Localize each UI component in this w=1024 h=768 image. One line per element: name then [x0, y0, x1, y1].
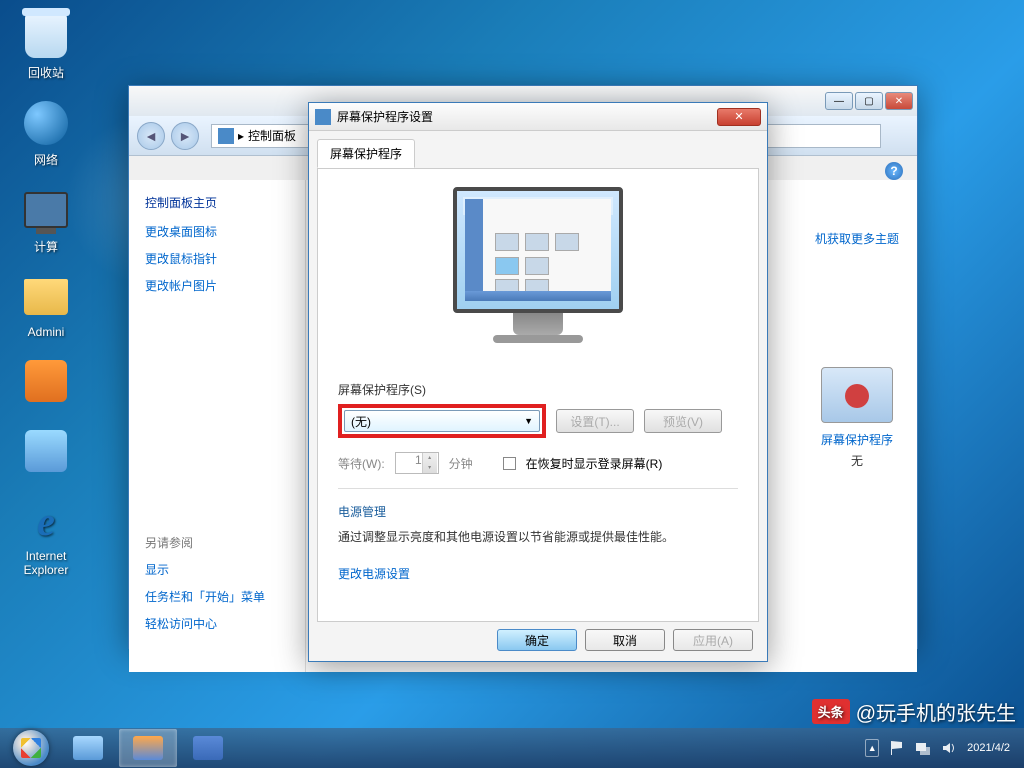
- resume-checkbox-label[interactable]: 在恢复时显示登录屏幕(R): [526, 455, 663, 472]
- tray-overflow-button[interactable]: ▲: [865, 739, 879, 757]
- more-themes-link[interactable]: 机获取更多主题: [797, 230, 917, 247]
- power-section-title: 电源管理: [338, 503, 738, 520]
- minimize-button[interactable]: —: [825, 92, 853, 110]
- screensaver-value: 无: [797, 452, 917, 469]
- sidebar-link-taskbar[interactable]: 任务栏和「开始」菜单: [145, 588, 289, 605]
- wait-spinner[interactable]: 1: [395, 452, 439, 474]
- tab-content: 屏幕保护程序(S) (无) ▼ 设置(T)... 预览(V) 等待(W): 1 …: [317, 168, 759, 622]
- preview-button[interactable]: 预览(V): [644, 409, 722, 433]
- recycle-bin-icon: [25, 14, 67, 58]
- screensaver-thumbnail[interactable]: [821, 367, 893, 423]
- icon-label: 网络: [12, 151, 80, 168]
- resume-checkbox[interactable]: [503, 457, 516, 470]
- watermark-overlay: 头条 @玩手机的张先生: [812, 697, 1016, 726]
- highlight-annotation: (无) ▼: [338, 404, 546, 438]
- monitor-icon: [24, 192, 68, 228]
- sidebar-link-account-picture[interactable]: 更改帐户图片: [145, 277, 289, 294]
- desktop-icons: 回收站 网络 计算 Admini e Internet Explorer: [0, 0, 92, 589]
- cancel-button[interactable]: 取消: [585, 629, 665, 651]
- icon-label: Internet Explorer: [12, 549, 80, 577]
- network-icon[interactable]: [915, 740, 931, 756]
- wait-unit: 分钟: [449, 455, 473, 472]
- back-button[interactable]: ◄: [137, 122, 165, 150]
- change-power-link[interactable]: 更改电源设置: [338, 565, 738, 582]
- taskbar-item-explorer[interactable]: [59, 729, 117, 767]
- clock-date: 2021/4/2: [967, 741, 1010, 755]
- sidebar: 控制面板主页 更改桌面图标 更改鼠标指针 更改帐户图片 另请参阅 显示 任务栏和…: [129, 180, 305, 672]
- taskbar-item-personalization[interactable]: [119, 729, 177, 767]
- sidebar-link-ease-of-access[interactable]: 轻松访问中心: [145, 615, 289, 632]
- folder-icon: [24, 279, 68, 315]
- taskbar-item-screensaver[interactable]: [179, 729, 237, 767]
- screensaver-link-label[interactable]: 屏幕保护程序: [797, 431, 917, 448]
- dialog-close-button[interactable]: ✕: [717, 108, 761, 126]
- forward-button[interactable]: ►: [171, 122, 199, 150]
- system-icon: [315, 109, 331, 125]
- maximize-button[interactable]: ▢: [855, 92, 883, 110]
- ok-button[interactable]: 确定: [497, 629, 577, 651]
- icon-label: 回收站: [12, 64, 80, 81]
- icon-label: Admini: [12, 325, 80, 339]
- sidebar-link-desktop-icons[interactable]: 更改桌面图标: [145, 223, 289, 240]
- help-icon[interactable]: ?: [885, 162, 903, 180]
- tab-screensaver[interactable]: 屏幕保护程序: [317, 139, 415, 168]
- close-button[interactable]: ✕: [885, 92, 913, 110]
- flag-icon[interactable]: [889, 740, 905, 756]
- sidebar-link-mouse-pointers[interactable]: 更改鼠标指针: [145, 250, 289, 267]
- desktop-icon-recycle-bin[interactable]: 回收站: [8, 8, 84, 85]
- control-panel-icon: [218, 128, 234, 144]
- volume-icon[interactable]: [941, 740, 957, 756]
- combo-value: (无): [351, 413, 371, 430]
- dialog-title: 屏幕保护程序设置: [337, 108, 717, 125]
- see-also-label: 另请参阅: [145, 534, 289, 551]
- wait-label: 等待(W):: [338, 455, 385, 472]
- icon-label: 计算: [12, 238, 80, 255]
- desktop-icon-blank2[interactable]: [8, 423, 84, 483]
- tab-strip: 屏幕保护程序: [317, 139, 759, 169]
- screensaver-settings-dialog: 屏幕保护程序设置 ✕ 屏幕保护程序: [308, 102, 768, 662]
- desktop-icon-network[interactable]: 网络: [8, 95, 84, 172]
- desktop-icon-computer[interactable]: 计算: [8, 182, 84, 259]
- preview-monitor: [438, 187, 638, 357]
- app-icon: [25, 360, 67, 402]
- desktop-icon-admin[interactable]: Admini: [8, 269, 84, 343]
- taskbar-clock[interactable]: 2021/4/2: [967, 741, 1010, 755]
- system-tray: ▲ 2021/4/2: [865, 739, 1020, 757]
- windows-logo-icon: [13, 730, 49, 766]
- desktop-icon-blank1[interactable]: [8, 353, 84, 413]
- screensaver-group-label: 屏幕保护程序(S): [338, 381, 738, 398]
- start-button[interactable]: [4, 728, 58, 768]
- apply-button[interactable]: 应用(A): [673, 629, 753, 651]
- globe-icon: [24, 101, 68, 145]
- ie-icon: e: [37, 498, 55, 545]
- watermark-text: @玩手机的张先生: [856, 697, 1016, 726]
- chevron-down-icon: ▼: [524, 416, 533, 426]
- sidebar-link-display[interactable]: 显示: [145, 561, 289, 578]
- sidebar-heading[interactable]: 控制面板主页: [145, 194, 289, 211]
- desktop-icon-ie[interactable]: e Internet Explorer: [8, 493, 84, 581]
- screensaver-combo[interactable]: (无) ▼: [344, 410, 540, 432]
- settings-button[interactable]: 设置(T)...: [556, 409, 634, 433]
- dialog-titlebar[interactable]: 屏幕保护程序设置 ✕: [309, 103, 767, 131]
- taskbar: ▲ 2021/4/2: [0, 728, 1024, 768]
- power-description: 通过调整显示亮度和其他电源设置以节省能源或提供最佳性能。: [338, 528, 738, 547]
- watermark-badge: 头条: [812, 699, 850, 724]
- dialog-buttons: 确定 取消 应用(A): [497, 629, 753, 651]
- app-icon: [25, 430, 67, 472]
- breadcrumb-text: 控制面板: [248, 127, 296, 144]
